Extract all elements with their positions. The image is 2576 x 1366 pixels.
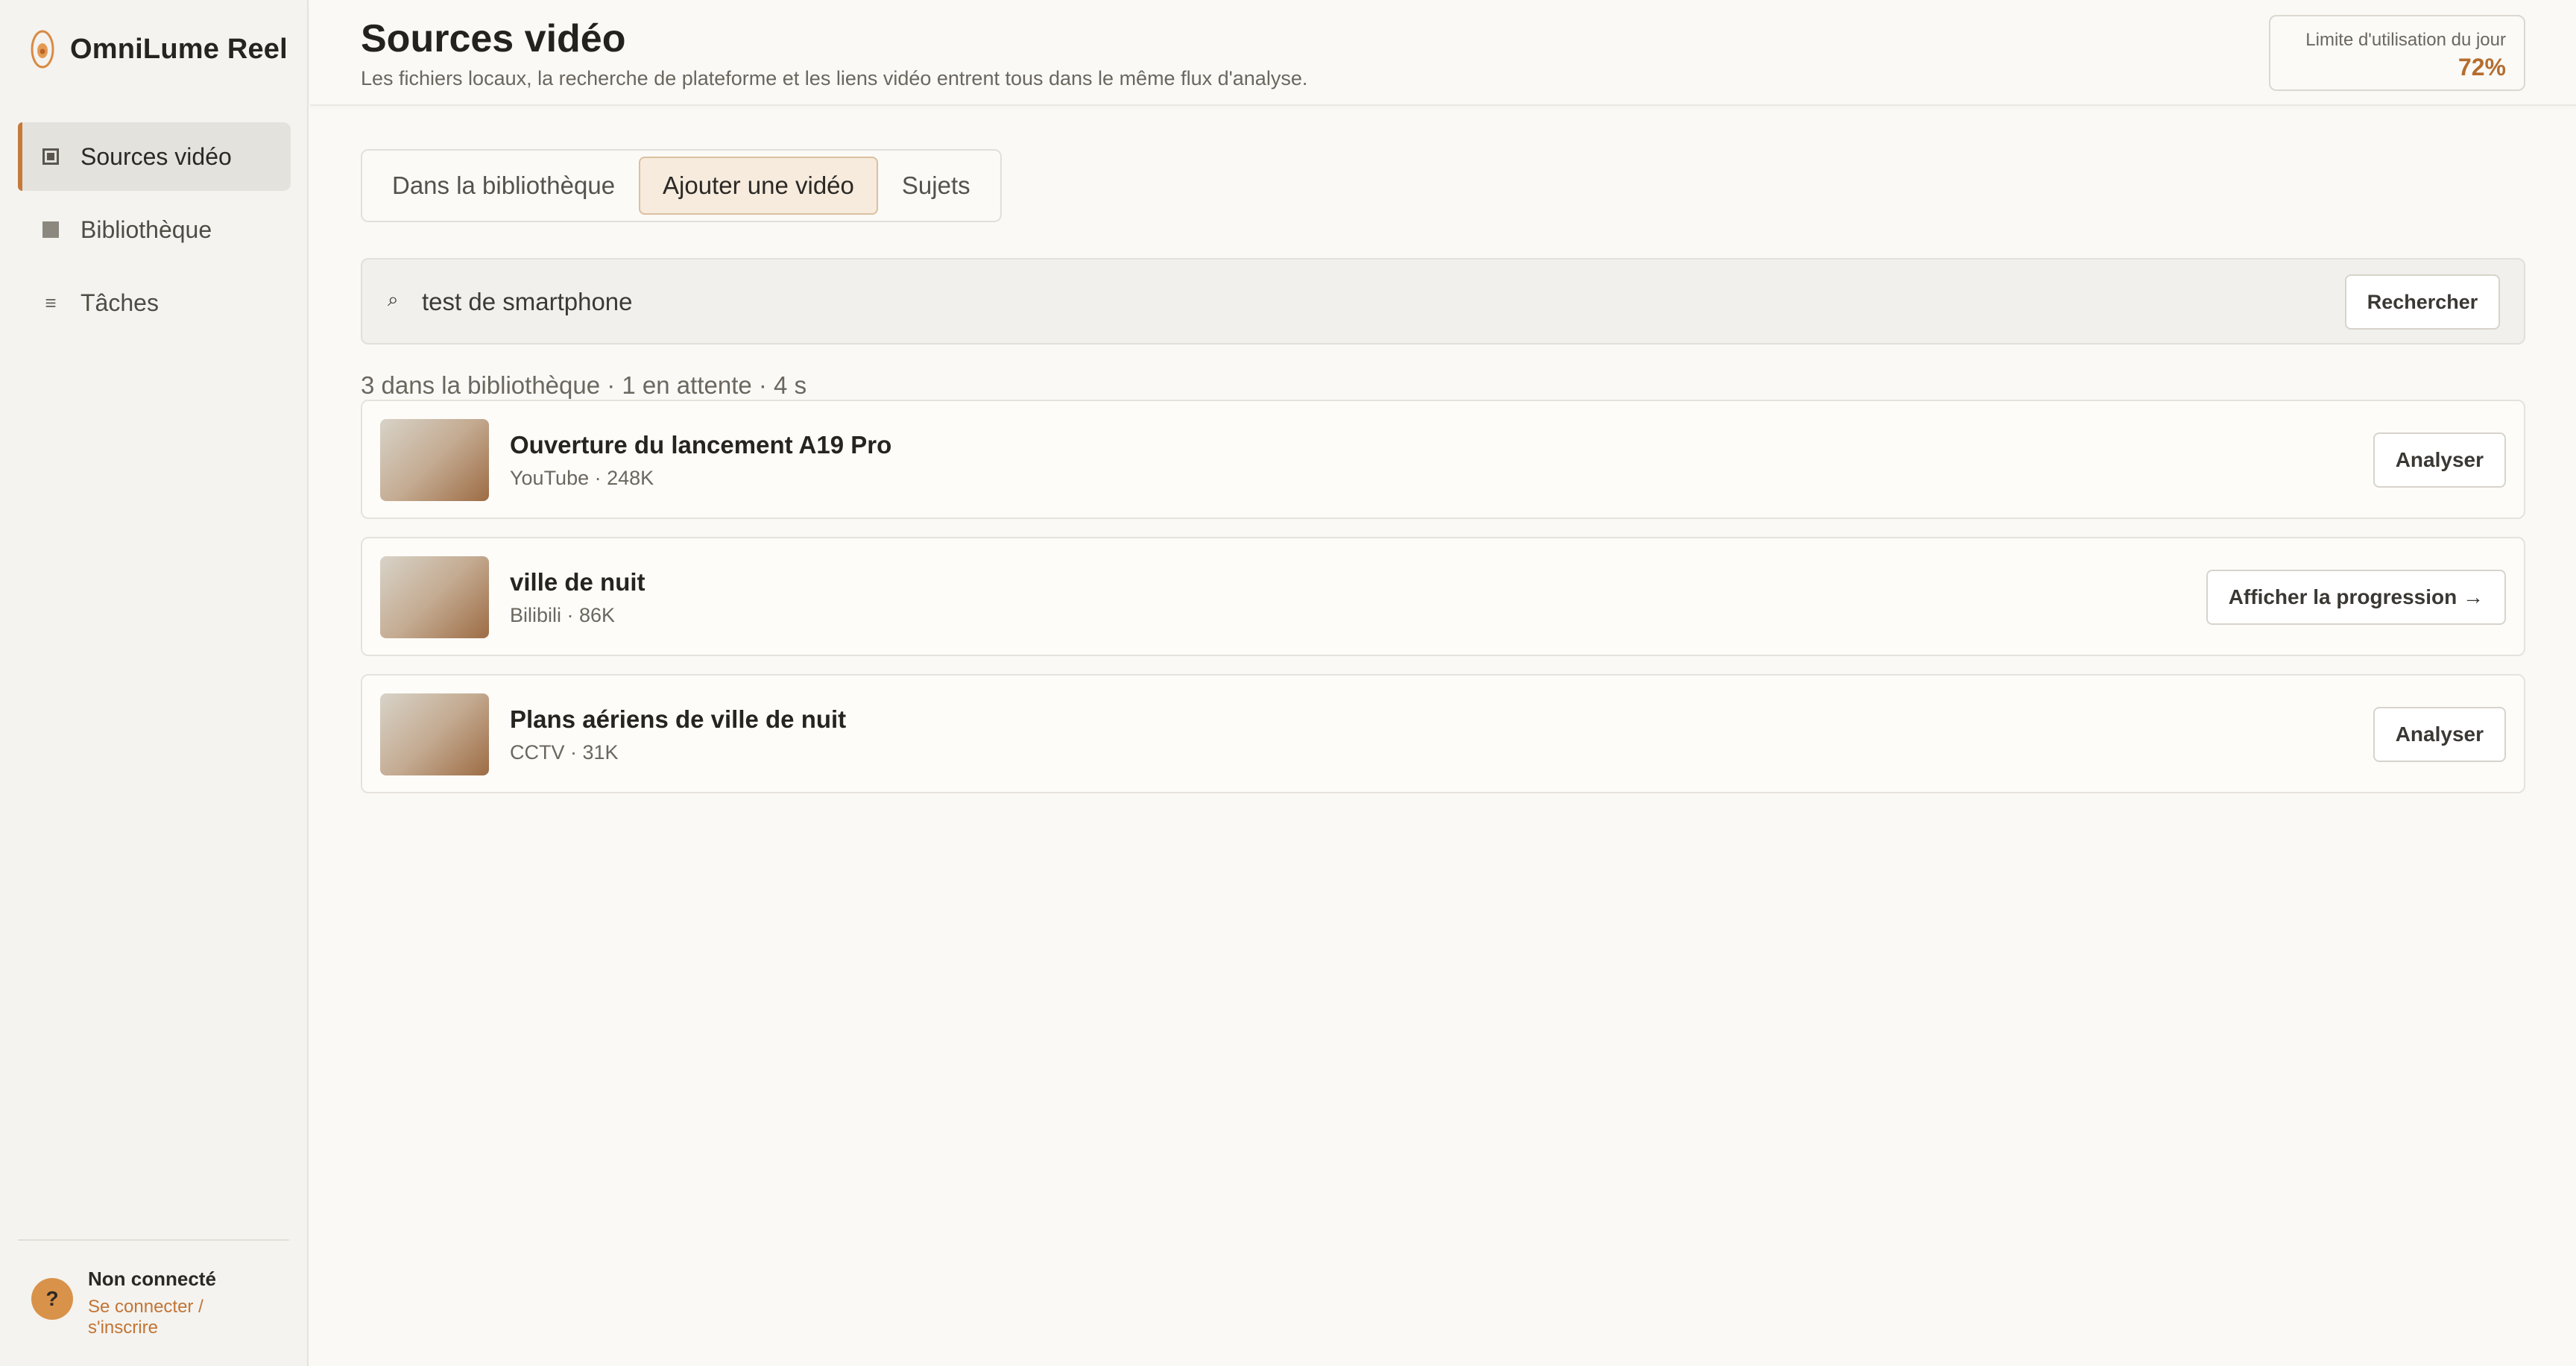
tab-add-video[interactable]: Ajouter une vidéo [639, 157, 878, 215]
account-panel: ? Non connecté Se connecter / s'inscrire [31, 1268, 230, 1338]
search-button[interactable]: Rechercher [2345, 274, 2500, 330]
analyze-button[interactable]: Analyser [2373, 707, 2506, 762]
analyze-button[interactable]: Analyser [2373, 432, 2506, 488]
video-meta: Bilibili · 86K [510, 604, 616, 626]
list-item[interactable]: Ouverture du lancement A19 Pro YouTube ·… [361, 400, 2525, 519]
results-summary: 3 dans la bibliothèque · 1 en attente · … [361, 371, 807, 399]
login-link[interactable]: Se connecter / s'inscrire [88, 1297, 230, 1338]
account-divider [18, 1239, 289, 1241]
search-input[interactable] [422, 280, 2136, 324]
video-meta: YouTube · 248K [510, 467, 654, 489]
account-status: Non connecté [88, 1268, 216, 1290]
sidebar-item-label: Sources vidéo [80, 142, 232, 170]
video-title: ville de nuit [510, 568, 645, 596]
page-header: Sources vidéo Les fichiers locaux, la re… [310, 0, 2576, 106]
quota-label: Limite d'utilisation du jour [2305, 30, 2506, 50]
search-bar: ⌕ Rechercher [361, 258, 2525, 344]
tab-topics[interactable]: Sujets [878, 157, 994, 215]
list-item[interactable]: Plans aériens de ville de nuit CCTV · 31… [361, 674, 2525, 793]
account-text: Non connecté Se connecter / s'inscrire [88, 1268, 230, 1338]
list-item[interactable]: ville de nuit Bilibili · 86K Afficher la… [361, 537, 2525, 656]
app-name: OmniLume Reel [70, 33, 288, 65]
page-subtitle: Les fichiers locaux, la recherche de pla… [361, 67, 1308, 89]
avatar[interactable]: ? [31, 1278, 73, 1320]
video-title: Ouverture du lancement A19 Pro [510, 431, 892, 459]
search-icon: ⌕ [388, 288, 399, 310]
usage-quota: Limite d'utilisation du jour 72% [2269, 15, 2525, 91]
flame-icon [31, 30, 54, 69]
sidebar-item-tasks[interactable]: ≡ Tâches [18, 268, 291, 337]
sidebar-item-label: Tâches [80, 289, 159, 316]
video-meta: CCTV · 31K [510, 741, 619, 764]
brand[interactable]: OmniLume Reel [30, 28, 288, 70]
sidebar: OmniLume Reel Sources vidéo Bibliothèque… [0, 0, 309, 1366]
show-progress-button[interactable]: Afficher la progression → [2206, 570, 2506, 625]
source-tabs: Dans la bibliothèque Ajouter une vidéo S… [361, 149, 1002, 222]
sidebar-nav: Sources vidéo Bibliothèque ≡ Tâches [18, 122, 291, 342]
list-icon: ≡ [45, 291, 57, 314]
video-title: Plans aériens de ville de nuit [510, 705, 847, 733]
video-frame-icon [42, 148, 60, 165]
sidebar-item-label: Bibliothèque [80, 215, 212, 243]
video-thumbnail[interactable] [380, 693, 489, 775]
tab-in-library[interactable]: Dans la bibliothèque [368, 157, 639, 215]
video-thumbnail[interactable] [380, 556, 489, 638]
library-square-icon [42, 221, 60, 238]
page-title: Sources vidéo [361, 17, 626, 60]
quota-value: 72% [2457, 54, 2506, 81]
sidebar-item-library[interactable]: Bibliothèque [18, 195, 291, 264]
video-list: Ouverture du lancement A19 Pro YouTube ·… [361, 400, 2525, 811]
sidebar-item-video-sources[interactable]: Sources vidéo [18, 122, 291, 191]
video-thumbnail[interactable] [380, 419, 489, 501]
